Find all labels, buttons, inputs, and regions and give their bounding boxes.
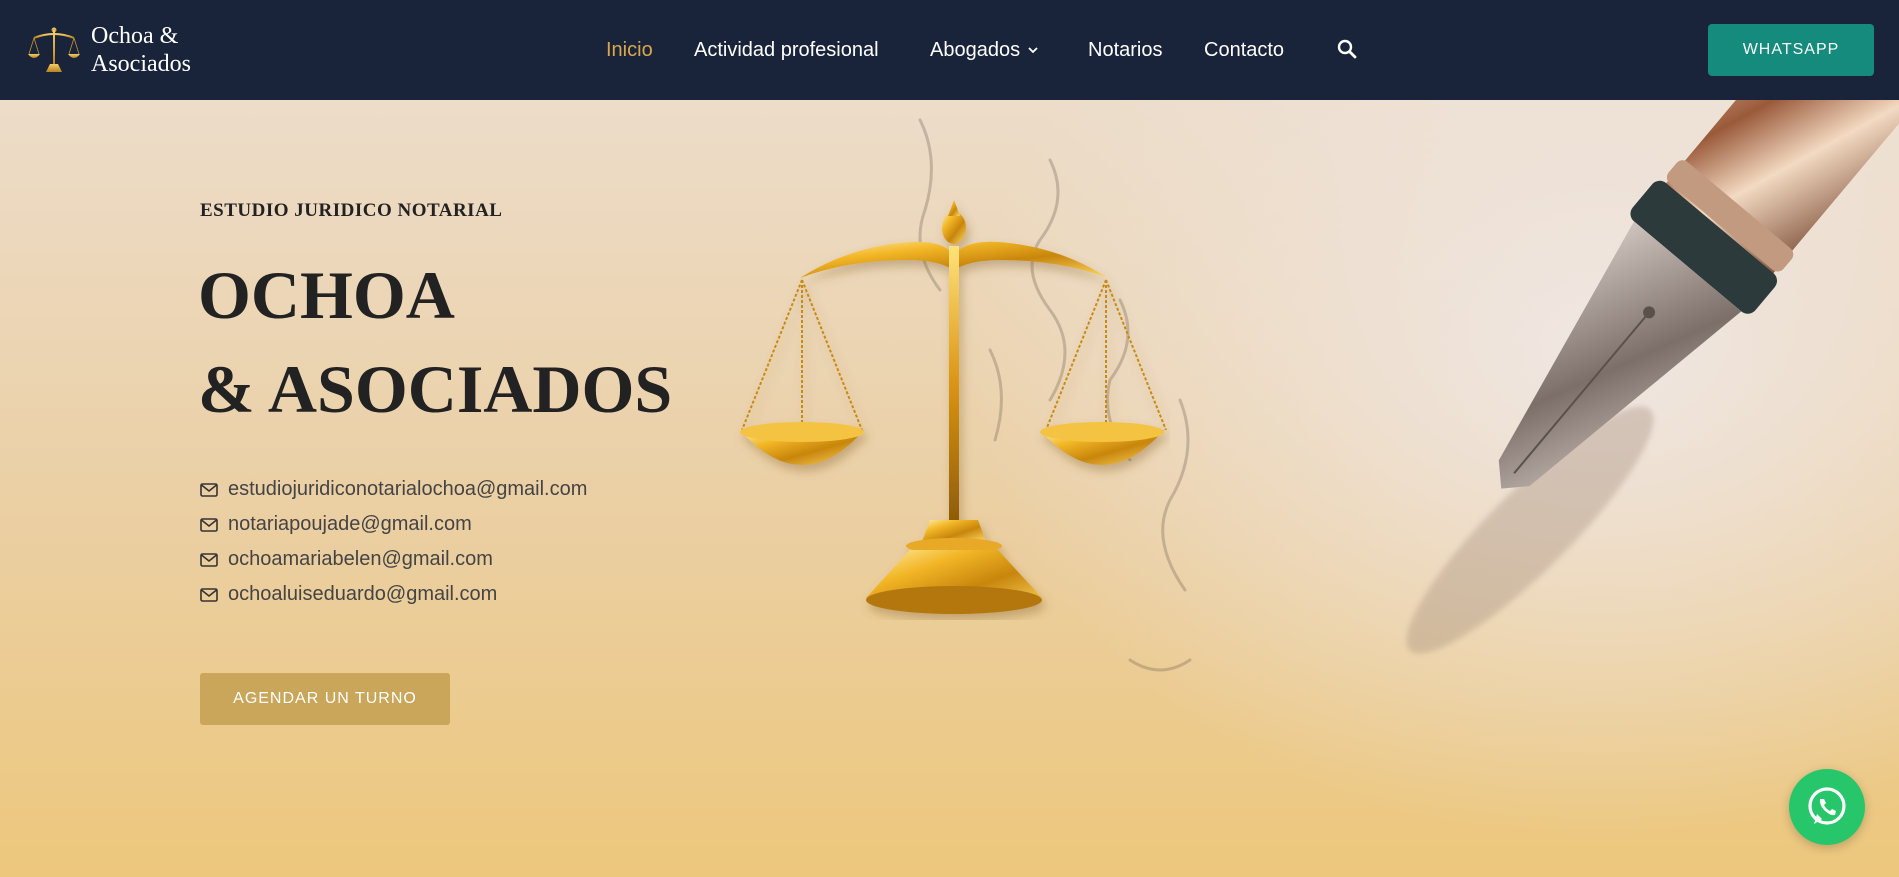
scales-of-justice-image — [740, 200, 1167, 614]
nav-item-abogados-label: Abogados — [930, 39, 1021, 61]
site-logo[interactable]: Ochoa & Asociados — [28, 20, 198, 82]
hero-title: OCHOA & ASOCIADOS — [198, 248, 672, 436]
email-item[interactable]: ochoamariabelen@gmail.com — [200, 542, 587, 577]
email-text: ochoaluiseduardo@gmail.com — [228, 583, 498, 605]
email-item[interactable]: notariapoujade@gmail.com — [200, 507, 587, 542]
email-item[interactable]: ochoaluiseduardo@gmail.com — [200, 577, 587, 612]
email-text: estudiojuridiconotarialochoa@gmail.com — [228, 478, 588, 500]
nav-item-actividad-profesional[interactable]: Actividad profesional — [694, 37, 879, 63]
hero-kicker: ESTUDIO JURIDICO NOTARIAL — [200, 200, 503, 221]
chevron-down-icon — [1028, 47, 1038, 54]
hero-title-line-1: OCHOA — [198, 257, 455, 333]
logo-text: Ochoa & Asociados — [91, 23, 191, 77]
email-item[interactable]: estudiojuridiconotarialochoa@gmail.com — [200, 472, 587, 507]
scales-of-justice-icon — [28, 27, 80, 72]
nav-item-contacto[interactable]: Contacto — [1204, 37, 1284, 63]
nav-item-abogados[interactable]: Abogados — [930, 37, 1040, 63]
whatsapp-icon — [1808, 787, 1846, 825]
envelope-icon — [200, 552, 218, 567]
whatsapp-button[interactable]: WHATSAPP — [1708, 24, 1874, 76]
email-text: ochoamariabelen@gmail.com — [228, 548, 493, 570]
hero-section: ESTUDIO JURIDICO NOTARIAL OCHOA & ASOCIA… — [0, 100, 1899, 877]
nav-item-inicio[interactable]: Inicio — [606, 37, 653, 63]
envelope-icon — [200, 482, 218, 497]
whatsapp-float-button[interactable] — [1789, 769, 1865, 845]
search-icon[interactable] — [1336, 38, 1358, 60]
nav-item-notarios[interactable]: Notarios — [1088, 37, 1162, 63]
email-list: estudiojuridiconotarialochoa@gmail.com n… — [200, 472, 587, 612]
site-header: Ochoa & Asociados Inicio Actividad profe… — [0, 0, 1899, 100]
email-text: notariapoujade@gmail.com — [228, 513, 472, 535]
fountain-pen-image — [1406, 100, 1899, 654]
agendar-turno-button[interactable]: AGENDAR UN TURNO — [200, 673, 450, 725]
envelope-icon — [200, 587, 218, 602]
hero-title-line-2: & ASOCIADOS — [198, 351, 673, 427]
envelope-icon — [200, 517, 218, 532]
